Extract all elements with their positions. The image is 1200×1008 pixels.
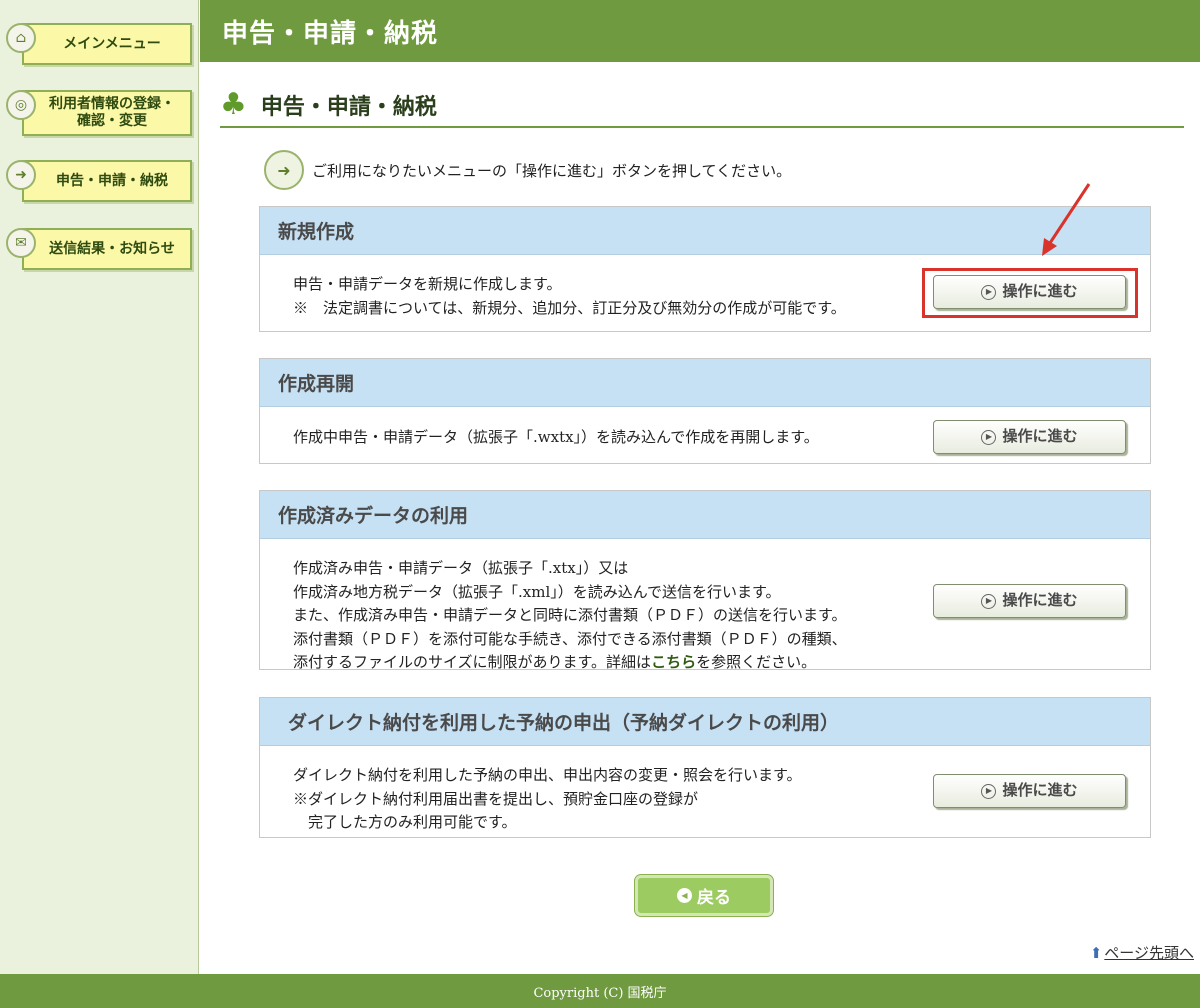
instruction-text: ご利用になりたいメニューの「操作に進む」ボタンを押してください。 bbox=[312, 161, 792, 180]
header-bar: 申告・申請・納税 bbox=[200, 0, 1200, 62]
section-line-text: 添付するファイルのサイズに制限があります。詳細は bbox=[293, 653, 652, 670]
section-line-text: を参照ください。 bbox=[696, 653, 817, 670]
sidebar-item-label: 利用者情報の登録・ bbox=[49, 96, 175, 112]
play-icon: ▶ bbox=[981, 783, 997, 799]
section-line: 作成済み申告・申請データ（拡張子「.xtx」）又は bbox=[293, 559, 629, 577]
sidebar-item-label-line2: 確認・変更 bbox=[77, 113, 147, 129]
section-use-created: 作成済みデータの利用 作成済み申告・申請データ（拡張子「.xtx」）又は 作成済… bbox=[259, 490, 1151, 670]
sidebar-item-filing[interactable]: 申告・申請・納税 bbox=[22, 160, 192, 202]
highlight-box bbox=[922, 268, 1138, 318]
proceed-button-use-created[interactable]: ▶ 操作に進む bbox=[933, 584, 1126, 618]
section-body: 作成済み申告・申請データ（拡張子「.xtx」）又は 作成済み地方税データ（拡張子… bbox=[260, 539, 1150, 670]
section-body: 作成中申告・申請データ（拡張子「.wxtx」）を読み込んで作成を再開します。 ▶… bbox=[260, 407, 1150, 454]
section-resume: 作成再開 作成中申告・申請データ（拡張子「.wxtx」）を読み込んで作成を再開し… bbox=[259, 358, 1151, 464]
play-icon: ▶ bbox=[981, 429, 997, 445]
sidebar-item-main-menu[interactable]: メインメニュー bbox=[22, 23, 192, 65]
document-arrow-icon: ➜ bbox=[264, 150, 304, 190]
proceed-button-direct-payment[interactable]: ▶ 操作に進む bbox=[933, 774, 1126, 808]
section-body: ダイレクト納付を利用した予納の申出、申出内容の変更・照会を行います。 ※ダイレク… bbox=[260, 746, 1150, 835]
section-line: 添付書類（ＰＤＦ）を添付可能な手続き、添付できる添付書類（ＰＤＦ）の種類、 bbox=[293, 629, 847, 648]
sidebar-item-results[interactable]: 送信結果・お知らせ bbox=[22, 228, 192, 270]
proceed-label: 操作に進む bbox=[1002, 427, 1078, 446]
document-arrow-icon: ➜ bbox=[6, 160, 36, 190]
back-icon: ◀ bbox=[677, 888, 692, 903]
sidebar-item-label: メインメニュー bbox=[63, 35, 161, 52]
section-header: 作成済みデータの利用 bbox=[260, 491, 1150, 539]
details-link[interactable]: こちら bbox=[651, 653, 696, 669]
section-header: ダイレクト納付を利用した予納の申出（予納ダイレクトの利用） bbox=[260, 698, 1150, 746]
page-top-label[interactable]: ページ先頭へ bbox=[1104, 942, 1194, 963]
back-button[interactable]: ◀ 戻る bbox=[635, 875, 773, 916]
section-header: 新規作成 bbox=[260, 207, 1150, 255]
section-title: ダイレクト納付を利用した予納の申出（予納ダイレクトの利用） bbox=[288, 712, 840, 734]
section-title: 作成済みデータの利用 bbox=[278, 505, 469, 527]
sidebar-item-label: 申告・申請・納税 bbox=[56, 172, 168, 189]
user-settings-icon: ◎ bbox=[6, 90, 36, 120]
sidebar: ⌂ メインメニュー ◎ 利用者情報の登録・ 確認・変更 ➜ 申告・申請・納税 ✉… bbox=[0, 0, 199, 974]
section-title: 新規作成 bbox=[278, 221, 355, 243]
home-icon: ⌂ bbox=[6, 23, 36, 53]
back-label: 戻る bbox=[697, 888, 731, 908]
clover-icon: ♣ bbox=[220, 87, 247, 122]
proceed-button-resume[interactable]: ▶ 操作に進む bbox=[933, 420, 1126, 454]
proceed-label: 操作に進む bbox=[1002, 781, 1078, 800]
section-title: 作成再開 bbox=[278, 373, 355, 395]
sidebar-item-user-info[interactable]: 利用者情報の登録・ 確認・変更 bbox=[22, 90, 192, 136]
sidebar-item-label: 送信結果・お知らせ bbox=[49, 240, 175, 257]
header-title: 申告・申請・納税 bbox=[222, 18, 439, 49]
proceed-label: 操作に進む bbox=[1002, 591, 1078, 610]
page-top-link[interactable]: ⬆ ページ先頭へ bbox=[1090, 942, 1194, 963]
annotation-arrow bbox=[1042, 183, 1091, 256]
footer: Copyright (C) 国税庁 bbox=[0, 974, 1200, 1008]
page-title: 申告・申請・納税 bbox=[260, 94, 437, 120]
instruction: ➜ ご利用になりたいメニューの「操作に進む」ボタンを押してください。 bbox=[264, 150, 791, 190]
copyright-text: Copyright (C) 国税庁 bbox=[533, 985, 667, 1001]
envelope-icon: ✉ bbox=[6, 228, 36, 258]
section-header: 作成再開 bbox=[260, 359, 1150, 407]
section-line: 添付するファイルのサイズに制限があります。詳細はこちらを参照ください。 bbox=[293, 651, 1150, 670]
page-top-arrow-icon: ⬆ bbox=[1089, 943, 1103, 962]
section-line: 完了した方のみ利用可能です。 bbox=[293, 813, 517, 831]
play-icon: ▶ bbox=[981, 593, 997, 609]
section-direct-payment: ダイレクト納付を利用した予納の申出（予納ダイレクトの利用） ダイレクト納付を利用… bbox=[259, 697, 1151, 838]
page-title-bar: ♣ 申告・申請・納税 bbox=[220, 84, 1184, 128]
